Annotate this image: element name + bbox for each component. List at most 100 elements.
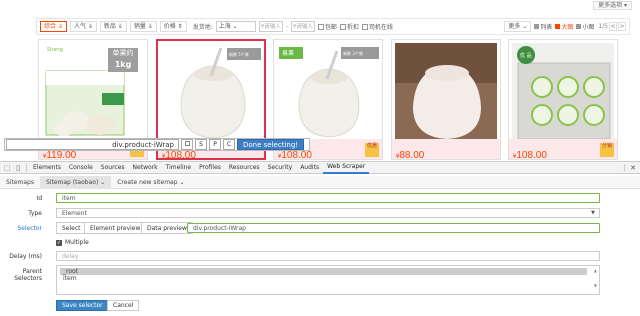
tab-elements[interactable]: Elements xyxy=(29,162,65,174)
pager: 1/5 < > xyxy=(597,22,626,31)
product-image: 优 品 xyxy=(512,43,614,141)
price-range-dash: - xyxy=(285,23,288,30)
price-max-input[interactable]: ¥请输入 xyxy=(290,21,315,32)
filter-bar: 综合 ⇓ 人气 ⇓ 新品 ⇓ 销量 ⇓ 价格 ⇕ 发货地: 上海 ⌄ ¥请输入 … xyxy=(36,18,630,35)
inspect-icon[interactable]: ⬚ xyxy=(2,163,12,172)
tab-console[interactable]: Console xyxy=(65,162,97,174)
online-checkbox[interactable]: 司机在线 xyxy=(361,22,393,31)
parent-label: Parent xyxy=(22,268,42,275)
sort-new-button[interactable]: 新品 ⇓ xyxy=(99,21,127,32)
data-preview-button[interactable]: Data preview xyxy=(141,222,193,234)
checkbox-icon xyxy=(339,23,346,30)
more-options-button[interactable]: 更多选项 ▾ xyxy=(593,1,632,10)
tab-sources[interactable]: Sources xyxy=(97,162,129,174)
done-selecting-button[interactable]: Done selecting! xyxy=(237,139,305,150)
devtools-tab-bar: ⬚ ▯ Elements Console Sources Network Tim… xyxy=(0,162,640,174)
sort-sales-button[interactable]: 销量 ⇓ xyxy=(129,21,157,32)
type-label: Type xyxy=(28,210,42,217)
caret-down-icon: ▼ xyxy=(591,210,595,216)
divider xyxy=(26,163,27,172)
tab-profiles[interactable]: Profiles xyxy=(195,162,225,174)
view-list-button[interactable]: 列表 xyxy=(534,22,552,31)
nav-create-sitemap[interactable]: Create new sitemap ⌄ xyxy=(111,176,190,189)
price-value: 108.00 xyxy=(165,150,196,161)
device-mode-icon[interactable]: ▯ xyxy=(13,163,23,172)
ship-from-select[interactable]: 上海 ⌄ xyxy=(215,21,256,32)
parent-option-item[interactable]: item xyxy=(60,275,596,282)
select-s-button[interactable]: S xyxy=(195,139,207,150)
pager-prev-button[interactable]: < xyxy=(609,22,617,31)
screen: 更多选项 ▾ 综合 ⇓ 人气 ⇓ 新品 ⇓ 销量 ⇓ 价格 ⇕ 发货地: 上海 … xyxy=(0,0,640,316)
small-view-icon xyxy=(576,24,582,29)
select-p-button[interactable]: P xyxy=(209,139,221,150)
ship-from-label: 发货地: xyxy=(192,24,213,31)
pager-text: 1/5 xyxy=(598,23,608,30)
product-image: Sheng 单果约 1kg xyxy=(42,43,144,141)
checkbox-icon xyxy=(317,23,324,30)
view-grid-button[interactable]: 大图 xyxy=(555,22,573,31)
view-list-label: 列表 xyxy=(540,24,553,31)
sort-popularity-button[interactable]: 人气 ⇓ xyxy=(69,21,97,32)
weight-badge-top: 单果约 xyxy=(112,49,134,57)
tab-security[interactable]: Security xyxy=(264,162,297,174)
element-preview-button[interactable]: Element preview xyxy=(84,222,147,234)
devtools-window-controls[interactable]: ⋮ ✕ xyxy=(621,164,640,172)
tab-timeline[interactable]: Timeline xyxy=(162,162,196,174)
product-card[interactable]: 优 品 ¥108.00 分销 xyxy=(508,39,618,161)
select-c-button[interactable]: C xyxy=(223,139,235,150)
view-grid-label: 大图 xyxy=(561,24,574,31)
multiple-label: Multiple xyxy=(65,239,89,246)
tab-web-scraper[interactable]: Web Scraper xyxy=(323,162,370,174)
current-selector-display: div.product-iWrap xyxy=(6,139,179,150)
price-value: 88.00 xyxy=(399,150,425,161)
tab-resources[interactable]: Resources xyxy=(225,162,264,174)
list-view-icon xyxy=(534,24,540,29)
view-small-button[interactable]: 小图 xyxy=(576,22,594,31)
online-label: 司机在线 xyxy=(368,24,393,31)
product-price: ¥108.00 xyxy=(278,150,312,161)
save-selector-button[interactable]: Save selector xyxy=(56,300,109,311)
scroll-arrows-icon[interactable]: ▲ ▼ xyxy=(594,268,597,288)
price-value: 108.00 xyxy=(281,150,312,161)
product-price: ¥88.00 xyxy=(396,150,425,161)
sort-default-button[interactable]: 综合 ⇓ xyxy=(40,21,67,32)
product-card[interactable]: ¥88.00 xyxy=(391,39,501,161)
selector-label: Selector xyxy=(17,225,42,232)
more-filter-button[interactable]: 更多 ⌄ xyxy=(504,21,532,32)
sort-price-button[interactable]: 价格 ⇕ xyxy=(159,21,187,32)
product-price: ¥108.00 xyxy=(162,150,196,161)
product-price: ¥108.00 xyxy=(513,150,547,161)
price-value: 119.00 xyxy=(46,150,77,161)
checkbox-icon xyxy=(361,23,368,30)
brand-logo: Sheng xyxy=(47,47,63,53)
product-badge: 新鲜 3个装 xyxy=(343,50,363,56)
cancel-button[interactable]: Cancel xyxy=(107,300,140,311)
nav-sitemaps[interactable]: Sitemaps xyxy=(0,176,40,189)
product-image: 新鲜 5个装 xyxy=(161,44,261,142)
free-shipping-checkbox[interactable]: 包邮 xyxy=(317,22,337,31)
checkbox-icon xyxy=(184,141,190,146)
tab-network[interactable]: Network xyxy=(129,162,162,174)
enable-key-checkbox[interactable] xyxy=(181,139,193,150)
weight-badge-bottom: 1kg xyxy=(114,60,132,69)
price-value: 108.00 xyxy=(516,150,547,161)
weight-badge: 单果约 1kg xyxy=(108,48,138,72)
discount-checkbox[interactable]: 折扣 xyxy=(339,22,359,31)
type-select[interactable]: Element ▼ xyxy=(56,208,600,218)
parent-option-root[interactable]: _root xyxy=(60,268,587,275)
nav-sitemap-taobao[interactable]: Sitemap (taobao) ⌄ xyxy=(39,175,112,189)
delay-input[interactable]: delay xyxy=(56,251,600,261)
multiple-checkbox[interactable]: ✓ Multiple xyxy=(56,239,89,246)
selector-input[interactable]: div.product-iWrap xyxy=(187,223,600,233)
product-image xyxy=(395,43,497,141)
pager-next-button[interactable]: > xyxy=(618,22,626,31)
price-min-input[interactable]: ¥请输入 xyxy=(258,21,283,32)
distribution-tag: 分销 xyxy=(600,143,614,157)
parent-selectors-list[interactable]: _root item ▲ ▼ xyxy=(56,265,600,295)
select-button[interactable]: Select xyxy=(56,222,87,234)
id-input[interactable]: item xyxy=(56,193,600,203)
product-price: ¥119.00 xyxy=(43,150,77,161)
grid-view-icon xyxy=(555,24,561,29)
free-shipping-label: 包邮 xyxy=(324,24,337,31)
tab-audits[interactable]: Audits xyxy=(296,162,323,174)
